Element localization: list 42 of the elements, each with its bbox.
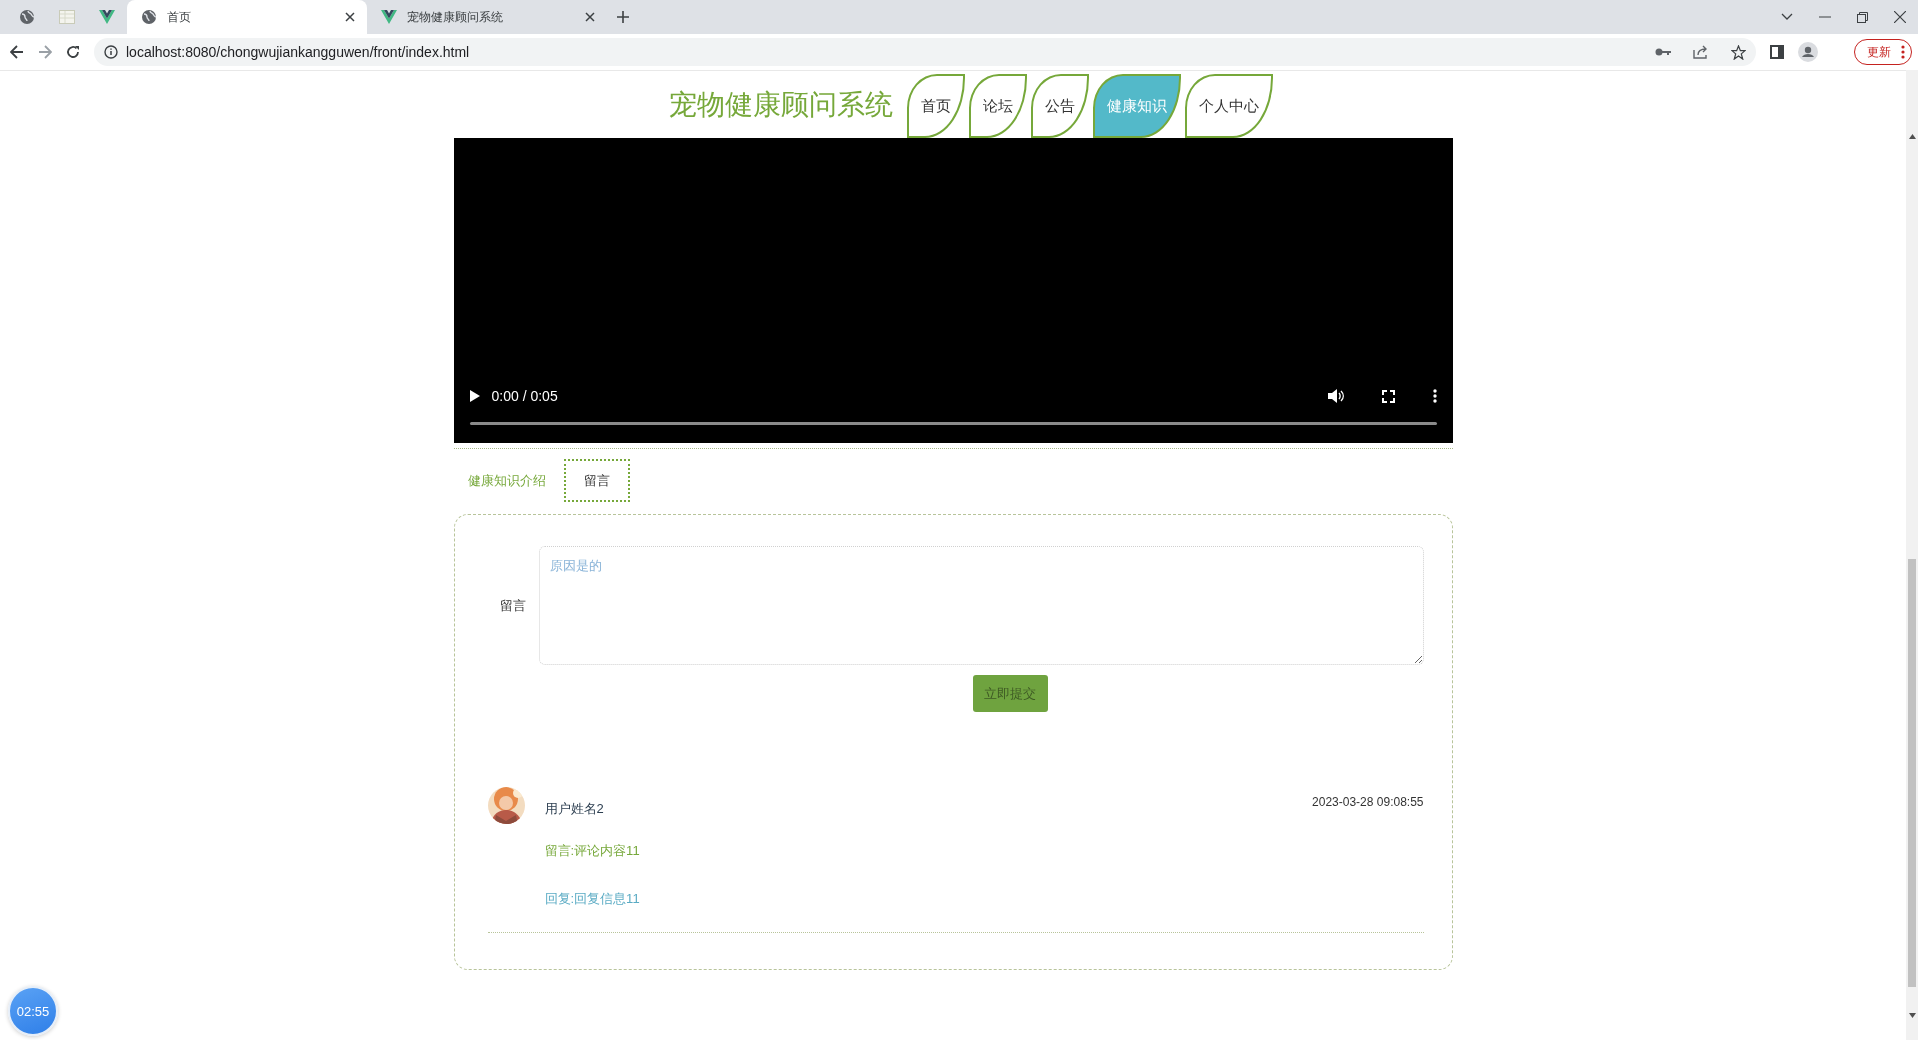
back-icon[interactable] (10, 45, 24, 59)
reload-icon[interactable] (66, 45, 80, 59)
browser-tab[interactable]: 首页 (127, 0, 367, 34)
comment-text: 留言:评论内容11 (544, 842, 641, 860)
key-icon[interactable] (1655, 47, 1671, 57)
play-icon[interactable] (469, 390, 480, 402)
profile-icon[interactable] (1798, 42, 1818, 62)
new-tab-icon[interactable] (617, 11, 629, 23)
forward-icon[interactable] (38, 45, 52, 59)
url-text: localhost:8080/chongwujiankangguwen/front/index.html (126, 44, 471, 60)
comment-time: 2023-03-28 09:08:55 (1312, 795, 1424, 809)
close-icon[interactable] (585, 12, 595, 22)
fullscreen-icon[interactable] (1381, 389, 1395, 403)
globe-icon (141, 9, 157, 25)
scroll-thumb[interactable] (1908, 559, 1916, 987)
spreadsheet-icon (59, 10, 75, 24)
browser-tab[interactable]: 宠物健康顾问系统 (367, 0, 607, 34)
site-title: 宠物健康顾问系统 (669, 87, 893, 122)
v-logo-icon (99, 10, 115, 24)
volume-icon[interactable] (1327, 389, 1344, 403)
more-icon[interactable] (1432, 389, 1437, 403)
share-icon[interactable] (1693, 45, 1709, 59)
star-icon[interactable] (1731, 44, 1746, 60)
content-tab[interactable]: 留言 (563, 459, 630, 502)
field-label: 留言 (498, 596, 527, 615)
globe-icon (19, 9, 35, 25)
scroll-down-icon[interactable] (1908, 1013, 1916, 1018)
user-name: 用户姓名2 (544, 799, 605, 818)
scrollbar[interactable] (1906, 70, 1918, 1040)
restore-icon[interactable] (1857, 11, 1868, 23)
video-time: 0:00 / 0:05 (491, 388, 558, 404)
update-button[interactable]: 更新 (1854, 39, 1912, 65)
address-bar[interactable]: localhost:8080/chongwujiankangguwen/front/index.html (94, 38, 1756, 66)
info-icon[interactable] (104, 45, 118, 59)
close-icon[interactable] (345, 12, 355, 22)
close-icon[interactable] (1894, 11, 1906, 23)
v-logo-icon (381, 10, 397, 24)
video-player[interactable]: 0:00 / 0:05 (453, 138, 1453, 443)
reply-text: 回复:回复信息11 (544, 890, 641, 908)
side-panel-icon[interactable] (1770, 45, 1784, 59)
chevron-down-icon[interactable] (1781, 13, 1793, 21)
scroll-up-icon[interactable] (1908, 134, 1916, 139)
